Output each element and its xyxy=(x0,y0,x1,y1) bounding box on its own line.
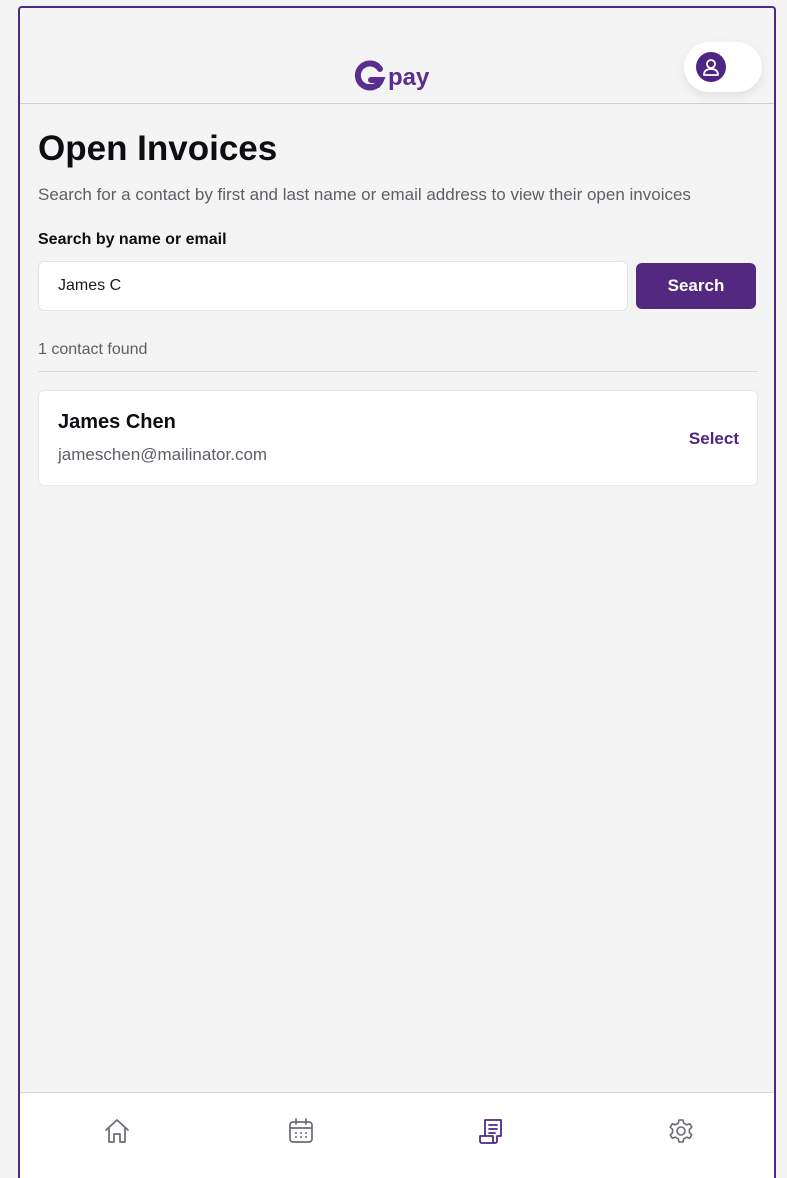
result-count: 1 contact found xyxy=(38,341,758,372)
avatar xyxy=(696,52,726,82)
search-row: Search xyxy=(38,261,758,311)
search-input[interactable] xyxy=(38,261,628,311)
nav-settings[interactable] xyxy=(664,1114,698,1148)
invoice-icon xyxy=(479,1119,502,1144)
search-button[interactable]: Search xyxy=(636,263,756,309)
page-subtitle: Search for a contact by first and last n… xyxy=(38,185,691,204)
calendar-icon xyxy=(289,1118,313,1143)
logo-text: pay xyxy=(388,64,430,91)
search-label: Search by name or email xyxy=(38,231,227,248)
home-icon xyxy=(105,1119,129,1143)
contact-email: jameschen@mailinator.com xyxy=(58,445,268,464)
contact-card[interactable]: James Chen jameschen@mailinator.com Sele… xyxy=(38,390,758,486)
main-content: Open Invoices Search for a contact by fi… xyxy=(38,128,758,486)
select-contact-button[interactable]: Select xyxy=(689,429,739,449)
nav-home[interactable] xyxy=(100,1114,134,1148)
gpay-logo[interactable]: pay xyxy=(354,52,429,92)
app-frame: pay Open Invoices Search for a contact b… xyxy=(18,6,776,1178)
top-bar: pay xyxy=(20,8,774,104)
nav-invoices[interactable] xyxy=(474,1114,508,1148)
contact-name: James Chen xyxy=(58,411,176,433)
page-title: Open Invoices xyxy=(38,129,278,168)
user-icon xyxy=(703,59,719,76)
g-logo-icon xyxy=(354,60,386,91)
nav-calendar[interactable] xyxy=(284,1114,318,1148)
bottom-nav xyxy=(20,1092,774,1178)
profile-button[interactable] xyxy=(684,42,762,92)
settings-icon xyxy=(669,1119,693,1143)
